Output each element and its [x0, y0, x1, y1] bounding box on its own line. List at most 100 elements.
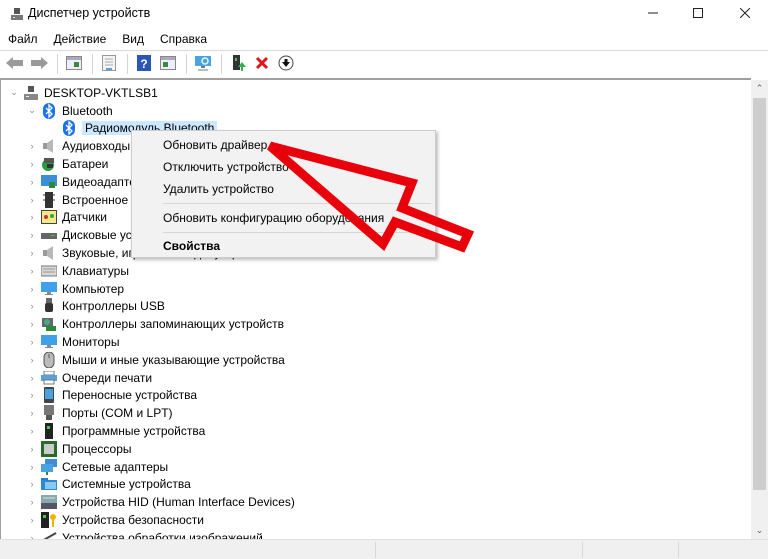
chevron-right-icon[interactable]: ›: [27, 444, 37, 454]
speaker-icon: [41, 138, 57, 154]
chevron-right-icon[interactable]: ›: [27, 373, 37, 383]
tree-root[interactable]: ⌄ DESKTOP-VKTLSB1: [1, 84, 736, 102]
chevron-right-icon[interactable]: ›: [27, 248, 37, 258]
chevron-right-icon[interactable]: ›: [27, 515, 37, 525]
chevron-right-icon[interactable]: ›: [27, 337, 37, 347]
scroll-down-button[interactable]: ⌄: [751, 522, 768, 539]
chevron-right-icon[interactable]: ›: [27, 230, 37, 240]
scan-hardware-button[interactable]: [192, 53, 214, 75]
toolbar-separator: [57, 54, 58, 74]
context-scan-hardware[interactable]: Обновить конфигурацию оборудования: [163, 211, 384, 225]
scan-hardware-icon: [194, 55, 212, 74]
chevron-right-icon[interactable]: ›: [27, 479, 37, 489]
tree-category[interactable]: › Устройства безопасности: [1, 511, 736, 529]
tree-category-label: Сетевые адаптеры: [62, 459, 169, 474]
chevron-right-icon[interactable]: ›: [27, 195, 37, 205]
uninstall-device-button[interactable]: [251, 53, 273, 75]
help-button[interactable]: ?: [133, 53, 155, 75]
chevron-down-icon[interactable]: ⌄: [27, 105, 37, 116]
vertical-scrollbar[interactable]: ⌃ ⌄: [751, 80, 768, 539]
tree-category-label: Переносные устройства: [62, 388, 198, 403]
tree-category[interactable]: › Контроллеры USB: [1, 298, 736, 316]
title-bar: Диспетчер устройств: [0, 0, 768, 28]
tree-category-label: Мыши и иные указывающие устройства: [62, 352, 285, 367]
tree-category[interactable]: › Клавиатуры: [1, 262, 736, 280]
tree-category[interactable]: › Контроллеры запоминающих устройств: [1, 315, 736, 333]
chevron-right-icon[interactable]: ›: [27, 426, 37, 436]
properties-icon: [101, 54, 117, 74]
tree-category[interactable]: › Системные устройства: [1, 476, 736, 494]
display-adapter-icon: [41, 174, 57, 190]
tree-category-label: Датчики: [62, 210, 107, 225]
context-uninstall-device[interactable]: Удалить устройство: [163, 182, 274, 196]
update-driver-button[interactable]: [227, 53, 249, 75]
disable-device-button[interactable]: [275, 53, 297, 75]
chevron-down-icon[interactable]: ⌄: [9, 87, 19, 98]
chevron-right-icon[interactable]: ›: [27, 462, 37, 472]
tree-category[interactable]: › Мониторы: [1, 333, 736, 351]
hid-icon: [41, 494, 57, 510]
computer-icon: [23, 85, 39, 101]
chevron-right-icon[interactable]: ›: [27, 390, 37, 400]
minimize-button[interactable]: [630, 0, 676, 28]
tree-category[interactable]: › Программные устройства: [1, 422, 736, 440]
chevron-right-icon[interactable]: ›: [27, 159, 37, 169]
toolbar: ?: [0, 50, 768, 77]
software-device-icon: [41, 423, 57, 440]
tree-category[interactable]: › Мыши и иные указывающие устройства: [1, 351, 736, 369]
chevron-right-icon[interactable]: ›: [27, 355, 37, 365]
properties-button[interactable]: [98, 53, 120, 75]
usb-icon: [41, 298, 57, 314]
chevron-right-icon[interactable]: ›: [27, 319, 37, 329]
context-disable-device[interactable]: Отключить устройство: [163, 160, 289, 174]
chevron-right-icon[interactable]: ›: [27, 212, 37, 222]
menu-action[interactable]: Действие: [46, 30, 115, 50]
menu-bar: Файл Действие Вид Справка: [0, 30, 768, 50]
tree-category-bluetooth[interactable]: ⌄ Bluetooth: [1, 102, 736, 120]
tree-category-label: Клавиатуры: [62, 263, 129, 278]
processor-icon: [41, 440, 57, 457]
portable-device-icon: [41, 387, 57, 404]
status-separator: [582, 542, 583, 558]
update-driver-icon: [230, 54, 246, 75]
maximize-icon: [693, 7, 703, 21]
menu-view[interactable]: Вид: [114, 30, 152, 50]
menu-file[interactable]: Файл: [0, 30, 46, 50]
chevron-right-icon[interactable]: ›: [27, 284, 37, 294]
back-arrow-icon: [6, 56, 24, 73]
tree-category[interactable]: › Очереди печати: [1, 369, 736, 387]
console-tree-button[interactable]: [63, 53, 85, 75]
chevron-right-icon[interactable]: ›: [27, 301, 37, 311]
menu-help[interactable]: Справка: [152, 30, 215, 50]
close-button[interactable]: [722, 0, 768, 28]
chevron-right-icon[interactable]: ›: [27, 497, 37, 507]
tree-category[interactable]: › Компьютер: [1, 280, 736, 298]
scroll-up-button[interactable]: ⌃: [751, 80, 768, 97]
context-properties[interactable]: Свойства: [163, 239, 220, 253]
maximize-button[interactable]: [675, 0, 721, 28]
tree-category[interactable]: › Устройства HID (Human Interface Devices…: [1, 493, 736, 511]
tree-category[interactable]: › Сетевые адаптеры: [1, 458, 736, 476]
tree-category[interactable]: › Переносные устройства: [1, 387, 736, 405]
context-separator: [163, 203, 431, 204]
scrollbar-thumb[interactable]: [753, 98, 766, 490]
chevron-right-icon[interactable]: ›: [27, 141, 37, 151]
tree-category[interactable]: › Устройства обработки изображений: [1, 529, 736, 539]
chevron-right-icon[interactable]: ›: [27, 266, 37, 276]
action-pane-button[interactable]: [157, 53, 179, 75]
chevron-right-icon[interactable]: ›: [27, 177, 37, 187]
chevron-right-icon[interactable]: ›: [27, 408, 37, 418]
forward-arrow-icon: [30, 56, 48, 73]
chevron-up-icon: ⌃: [755, 83, 764, 93]
tree-category[interactable]: › Порты (COM и LPT): [1, 404, 736, 422]
context-update-driver[interactable]: Обновить драйвер: [163, 138, 267, 152]
printer-icon: [41, 370, 57, 386]
back-button[interactable]: [4, 53, 26, 75]
tree-category-label: Порты (COM и LPT): [62, 406, 173, 421]
system-folder-icon: [41, 476, 57, 492]
context-menu: Обновить драйвер Отключить устройство Уд…: [131, 130, 436, 258]
tree-category[interactable]: › Процессоры: [1, 440, 736, 458]
toolbar-separator: [92, 54, 93, 74]
sensor-icon: [41, 209, 57, 225]
forward-button[interactable]: [28, 53, 50, 75]
